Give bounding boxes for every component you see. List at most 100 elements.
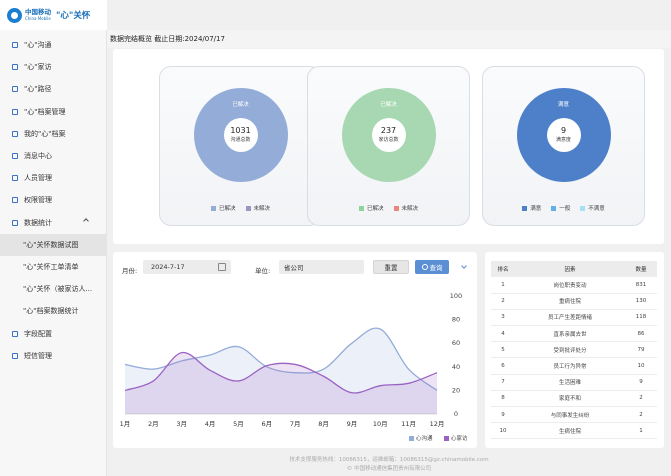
table-row: 3 员工产生差距情绪 118 (491, 309, 657, 327)
archive-icon (11, 108, 19, 116)
communication-summary-card: 已解决 1031 沟通总数 已解决 未解决 (159, 66, 322, 226)
sidebar-subitem-label: "心"关怀工单清单 (23, 262, 79, 271)
x-tick-label: 9月 (347, 420, 358, 428)
column-header-rank: 排名 (491, 261, 515, 277)
count-cell: 130 (625, 293, 657, 310)
donut-legend: 满意 一般 不满意 (483, 204, 644, 212)
sidebar-subitem-visited-persons[interactable]: "心"关怀（被家访人... (0, 278, 106, 300)
count-cell: 79 (625, 341, 657, 359)
sidebar-item-label: "心"路径 (24, 85, 52, 94)
brand-name-en: China Mobile (25, 15, 51, 21)
sidebar-item-permissions[interactable]: 权限管理 (0, 189, 106, 211)
factor-ranking-table: 排名 因素 数量 1 岗位职责变动 831 2 重病住院 130 3 员工产生差距情绪 118 4… (491, 261, 657, 440)
sidebar-item-messages[interactable]: 消息中心 (0, 145, 106, 167)
rank-cell: 3 (491, 309, 515, 327)
count-cell: 118 (625, 309, 657, 327)
month-filter-label: 月份: (122, 267, 138, 275)
rank-cell: 7 (491, 374, 515, 391)
chat-icon (11, 41, 19, 49)
unit-select[interactable]: 省公司 (279, 260, 364, 274)
sidebar-item-label: "心"家访 (24, 63, 52, 72)
legend-communicate: 心沟通 (409, 434, 433, 442)
sidebar-item-label: 字段配置 (24, 329, 52, 338)
unit-filter-label: 单位: (255, 267, 271, 275)
x-tick-label: 12月 (430, 420, 445, 428)
table-row: 8 家庭不和 2 (491, 390, 657, 408)
donut-top-label: 已解决 (232, 102, 249, 108)
sidebar-item-archive-management[interactable]: "心"档案管理 (0, 101, 106, 123)
y-tick-label: 40 (452, 363, 460, 371)
trend-chart-panel: 月份: 2024-7-17 单位: 省公司 重置 查询 0 20 40 60 80 100… (113, 252, 477, 448)
rank-cell: 5 (491, 341, 515, 359)
page-footer: 技术支撑服务热线：10086315，运维邮箱：10086315@gz.china… (107, 452, 671, 476)
legend-item: 已解决 (358, 204, 384, 212)
satisfaction-summary-card: 满意 9 满意度 满意 一般 不满意 (482, 66, 645, 226)
count-cell: 10 (625, 357, 657, 375)
count-cell: 1 (625, 422, 657, 440)
sidebar-item-statistics[interactable]: 数据统计 (0, 212, 106, 234)
sidebar-subitem-work-orders[interactable]: "心"关怀工单清单 (0, 256, 106, 278)
sidebar-item-label: 消息中心 (24, 152, 52, 161)
x-tick-label: 1月 (120, 420, 131, 428)
rank-cell: 6 (491, 357, 515, 375)
sidebar-subitem-data-view[interactable]: "心"关怀数据试图 (0, 233, 106, 256)
x-tick-label: 7月 (290, 420, 301, 428)
calendar-icon (218, 263, 226, 271)
legend-item: 已解决 (210, 204, 236, 212)
month-date-input[interactable]: 2024-7-17 (143, 260, 231, 274)
sms-icon (11, 352, 19, 360)
sidebar-item-path[interactable]: "心"路径 (0, 78, 106, 100)
sidebar-item-personnel[interactable]: 人员管理 (0, 167, 106, 189)
table-row: 4 直系亲属去世 86 (491, 325, 657, 343)
sidebar-item-label: 我的"心"档案 (24, 129, 66, 138)
factor-cell: 受到批评处分 (515, 341, 625, 359)
x-tick-label: 10月 (373, 420, 388, 428)
query-button[interactable]: 查询 (415, 260, 449, 274)
brand-name-cn: 中国移动 (25, 8, 51, 17)
table-row: 9 与同事发生纠纷 2 (491, 406, 657, 424)
factor-cell: 与同事发生纠纷 (515, 406, 625, 424)
rank-cell: 4 (491, 325, 515, 343)
sidebar-item-sms[interactable]: 短信管理 (0, 345, 106, 367)
factor-cell: 岗位职责变动 (515, 277, 625, 294)
user-icon (11, 174, 19, 182)
table-row: 5 受到批评处分 79 (491, 341, 657, 359)
factor-cell: 直系亲属去世 (515, 325, 625, 343)
sidebar-item-field-config[interactable]: 字段配置 (0, 322, 106, 344)
donut-legend: 已解决 未解决 (160, 204, 321, 212)
donut-legend: 已解决 未解决 (308, 204, 469, 212)
donut-top-label: 满意 (557, 102, 569, 108)
y-tick-label: 60 (452, 339, 460, 347)
y-tick-label: 100 (450, 292, 462, 300)
sidebar-item-label: "心"沟通 (24, 41, 52, 50)
sidebar-item-communicate[interactable]: "心"沟通 (0, 34, 106, 56)
field-config-icon (11, 330, 19, 338)
y-tick-label: 20 (452, 386, 460, 394)
legend-item: 未解决 (393, 204, 418, 212)
communication-donut: 已解决 1031 沟通总数 (193, 88, 288, 182)
satisfaction-donut: 满意 9 满意度 (516, 88, 611, 182)
trend-line-chart: 0 20 40 60 80 100 1月 2月 3月 4月 5月 6月 7月 8月 9月 10月 11月 12月 (120, 292, 463, 428)
table-row: 6 员工行为异常 10 (491, 357, 657, 375)
y-tick-label: 0 (454, 410, 458, 418)
factor-cell: 生病住院 (515, 422, 625, 440)
x-tick-label: 3月 (176, 420, 187, 428)
x-tick-label: 11月 (401, 420, 416, 428)
reset-button[interactable]: 重置 (373, 260, 409, 274)
page-header: 数据完结概览 截止日期:2024/07/17 (107, 30, 671, 48)
sidebar-item-label: 权限管理 (24, 196, 52, 205)
permission-icon (11, 196, 19, 204)
satisfaction-value: 9 (560, 125, 567, 135)
app-title: "心"关怀 (56, 11, 91, 21)
path-icon (11, 85, 19, 93)
factor-cell: 生活困难 (515, 374, 625, 391)
rank-cell: 8 (491, 390, 515, 408)
summary-panel: 已解决 1031 沟通总数 已解决 未解决 已解决 237 家访总数 已解决 未… (113, 49, 664, 244)
column-header-factor: 因素 (515, 261, 625, 277)
sidebar-subitem-archive-stats[interactable]: "心"档案数据统计 (0, 300, 106, 322)
count-cell: 86 (625, 325, 657, 343)
sidebar-item-visit[interactable]: "心"家访 (0, 56, 106, 78)
chevron-down-icon[interactable] (461, 263, 467, 269)
sidebar-item-my-archive[interactable]: 我的"心"档案 (0, 123, 106, 145)
table-row: 10 生病住院 1 (491, 422, 657, 440)
